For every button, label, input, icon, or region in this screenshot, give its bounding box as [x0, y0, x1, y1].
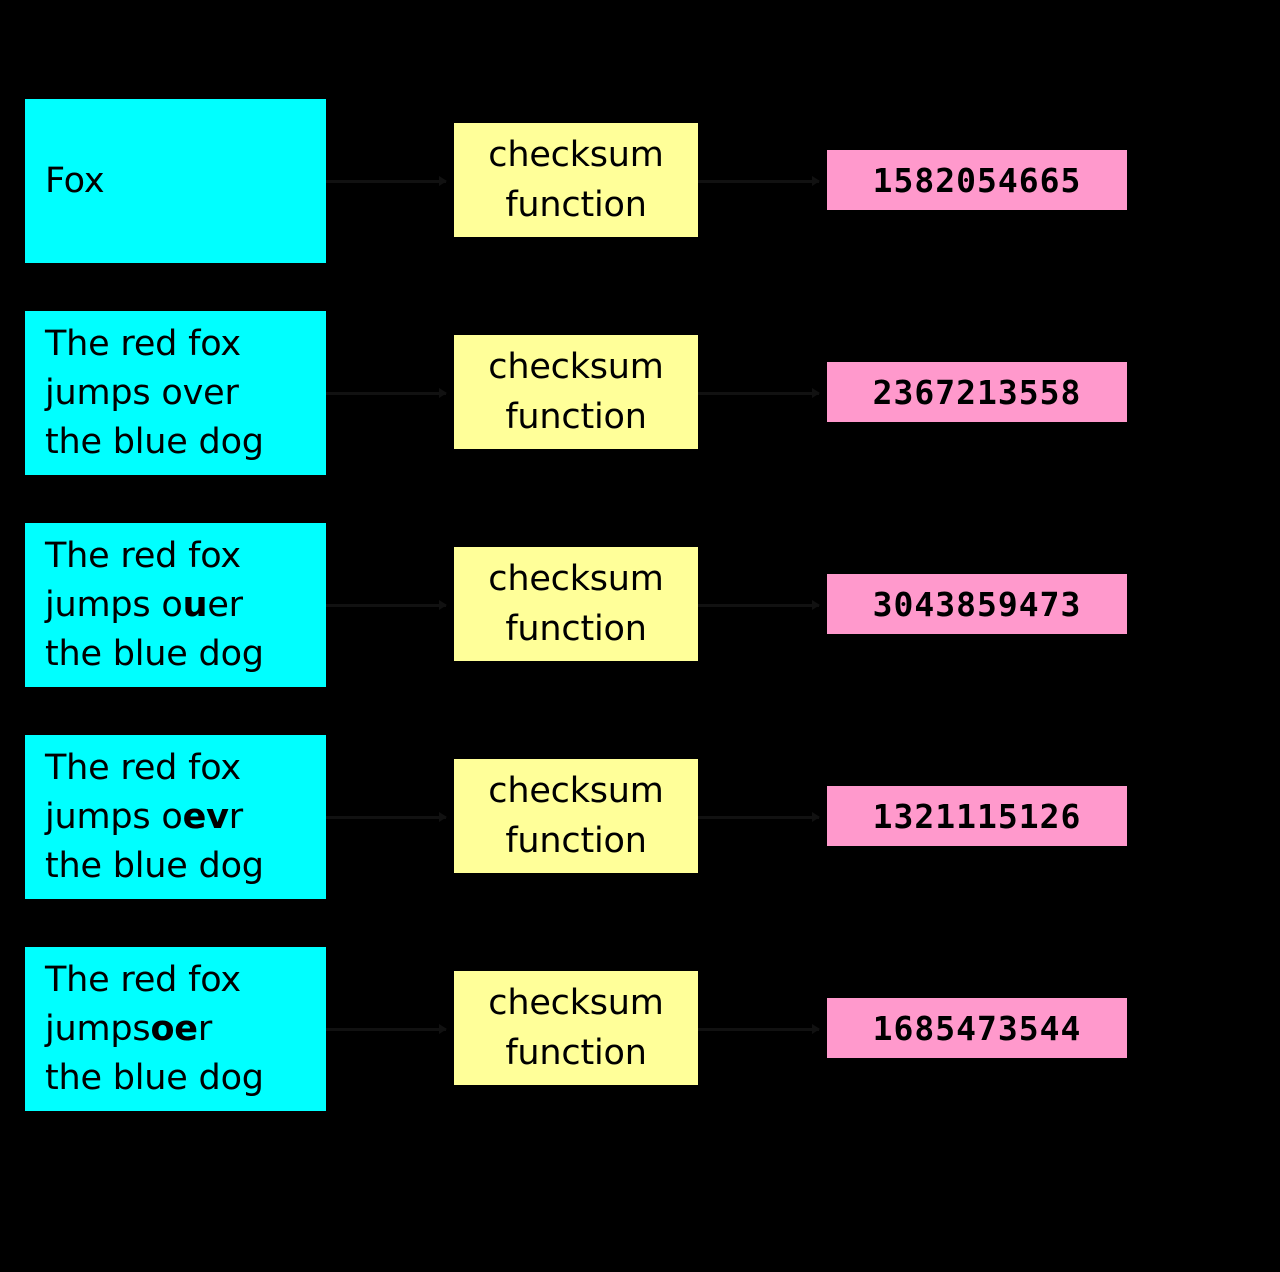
input-text-segment: the blue dog [45, 633, 264, 674]
arrow-function-to-checksum [698, 176, 820, 186]
input-text-line: jumps over [45, 369, 306, 418]
checksum-function-label-line1: checksum [488, 983, 664, 1023]
input-text-line: the blue dog [45, 418, 306, 467]
input-text-box: The red fox jumps over the blue dog [25, 311, 326, 475]
input-text-line: The red fox [45, 320, 306, 369]
input-text-segment: The red fox [45, 535, 241, 576]
input-text-segment: The red fox [45, 747, 241, 788]
checksum-function-label-line1: checksum [488, 135, 664, 175]
input-text-segment: er [207, 584, 243, 625]
checksum-function-label-line1: checksum [488, 559, 664, 599]
input-text-emphasis: ev [182, 796, 229, 837]
arrow-input-to-function [326, 388, 447, 398]
input-text-line: the blue dog [45, 1054, 306, 1103]
input-text-segment: the blue dog [45, 1057, 264, 1098]
input-text-line: jumps oevr [45, 793, 306, 842]
input-text-segment: jumps over [45, 372, 239, 413]
checksum-function-box: checksum function [454, 547, 698, 661]
arrow-function-to-checksum [698, 600, 820, 610]
input-text-line: The red fox [45, 744, 306, 793]
checksum-function-label-line1: checksum [488, 771, 664, 811]
input-text-emphasis: u [182, 584, 208, 625]
arrow-input-to-function [326, 1024, 447, 1034]
input-text-box: The red fox jumps oevr the blue dog [25, 735, 326, 899]
checksum-function-label-line2: function [505, 1033, 647, 1073]
checksum-function-label-line2: function [505, 821, 647, 861]
input-text-segment: The red fox [45, 323, 241, 364]
checksum-value-box: 1321115126 [827, 786, 1127, 846]
checksum-function-box: checksum function [454, 971, 698, 1085]
checksum-function-label-line2: function [505, 185, 647, 225]
checksum-value-box: 2367213558 [827, 362, 1127, 422]
arrow-input-to-function [326, 600, 447, 610]
checksum-function-box: checksum function [454, 123, 698, 237]
checksum-function-label-line1: checksum [488, 347, 664, 387]
input-text-box: Fox [25, 99, 326, 263]
arrow-function-to-checksum [698, 812, 820, 822]
checksum-function-label-line2: function [505, 397, 647, 437]
checksum-value-box: 1685473544 [827, 998, 1127, 1058]
input-text-box: The red fox jumpsoer the blue dog [25, 947, 326, 1111]
input-text-line: the blue dog [45, 842, 306, 891]
arrow-input-to-function [326, 812, 447, 822]
input-text-segment: r [197, 1008, 213, 1049]
input-text-line: Fox [45, 157, 306, 206]
input-text-segment: the blue dog [45, 845, 264, 886]
input-text-segment: jumps [45, 1008, 151, 1049]
checksum-value-box: 1582054665 [827, 150, 1127, 210]
input-text-box: The red fox jumps ouer the blue dog [25, 523, 326, 687]
input-text-line: jumpsoer [45, 1005, 306, 1054]
input-text-segment: jumps o [45, 584, 183, 625]
arrow-function-to-checksum [698, 1024, 820, 1034]
input-text-line: jumps ouer [45, 581, 306, 630]
input-text-segment: Fox [45, 160, 105, 201]
input-text-line: The red fox [45, 956, 306, 1005]
checksum-diagram: Fox checksum function 1582054665 The red fox… [0, 0, 1280, 1272]
input-text-emphasis: oe [150, 1008, 198, 1049]
input-text-segment: r [228, 796, 243, 837]
checksum-value-box: 3043859473 [827, 574, 1127, 634]
input-text-segment: the blue dog [45, 421, 264, 462]
arrow-input-to-function [326, 176, 447, 186]
checksum-function-box: checksum function [454, 335, 698, 449]
checksum-function-box: checksum function [454, 759, 698, 873]
arrow-function-to-checksum [698, 388, 820, 398]
input-text-segment: jumps o [45, 796, 183, 837]
input-text-line: The red fox [45, 532, 306, 581]
input-text-segment: The red fox [45, 959, 241, 1000]
checksum-function-label-line2: function [505, 609, 647, 649]
input-text-line: the blue dog [45, 630, 306, 679]
